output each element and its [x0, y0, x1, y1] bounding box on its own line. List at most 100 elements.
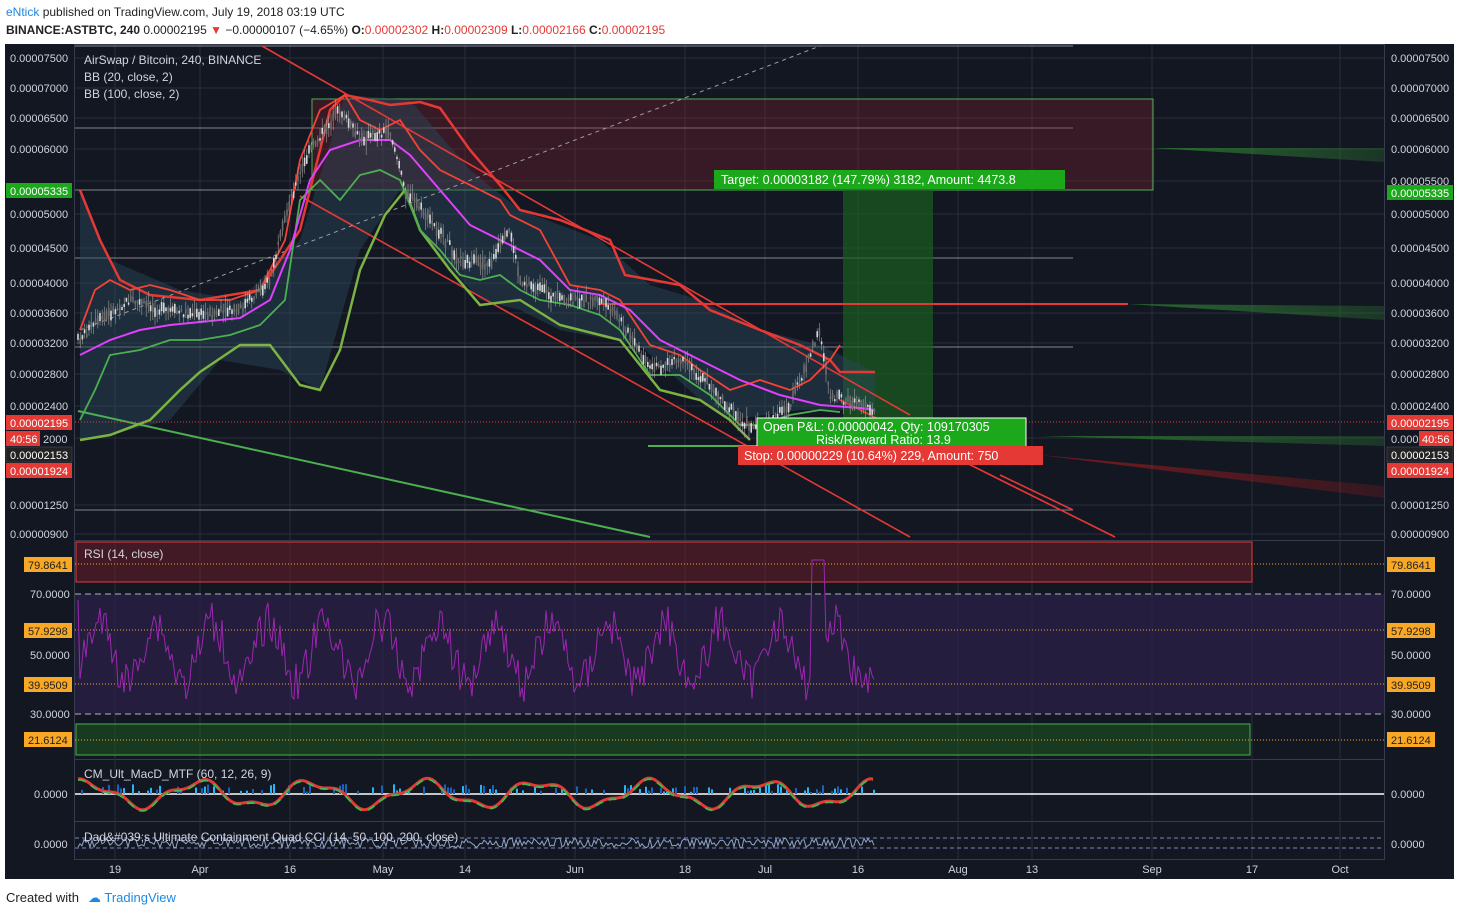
candle-body [402, 181, 405, 187]
candle-body [193, 309, 196, 315]
candle-body [213, 309, 216, 317]
cci-legend: Dad&#039;s Ultimate Containment Quad CCI… [84, 830, 458, 844]
candle-body [809, 353, 812, 357]
candle-body [629, 333, 631, 341]
candle-body [636, 344, 638, 351]
candle-body [840, 394, 843, 398]
candle-body [704, 378, 706, 382]
candle-body [253, 296, 255, 300]
y-tick: 0.00003200 [1391, 338, 1449, 350]
y-tick: 0.00003200 [10, 338, 68, 350]
candle-body [607, 304, 609, 310]
macd-bar [450, 787, 452, 794]
candle-body [290, 194, 293, 197]
macd-bar [576, 786, 578, 794]
candle-body [565, 302, 568, 305]
footer: Created with ☁ TradingView [0, 879, 1460, 915]
macd-bar [309, 784, 311, 794]
candle-body [420, 202, 422, 210]
candle-body [240, 304, 242, 308]
macd-bar [807, 787, 809, 794]
candle-body [651, 363, 653, 370]
candle-body [182, 314, 185, 318]
candle-body [539, 282, 541, 291]
rsi-tick: 50.0000 [1391, 650, 1431, 662]
candle-body [105, 310, 108, 320]
candle-body [818, 327, 821, 337]
macd-bar [306, 791, 308, 794]
candle-body [187, 314, 189, 319]
candle-body [334, 107, 337, 118]
candle-body [176, 310, 178, 315]
macd-bar [150, 787, 152, 794]
rsi-tick: 70.0000 [1391, 589, 1431, 601]
target-label: Target: 0.00003182 (147.79%) 3182, Amoun… [721, 173, 1016, 187]
candle-body [152, 303, 154, 313]
candle-body [363, 136, 365, 146]
macd-bar [690, 791, 692, 794]
candle-body [774, 413, 777, 416]
candle-body [413, 197, 416, 203]
right-stop-value: 0.00001924 [1391, 466, 1449, 478]
candle-body [842, 402, 845, 405]
macd-bar [345, 784, 347, 794]
macd-bar [393, 784, 395, 794]
candle-body [664, 362, 667, 371]
candle-body [339, 111, 341, 115]
candle-body [204, 311, 207, 315]
right-timer-head: 0.000 [1391, 434, 1419, 446]
candle-body [354, 131, 356, 137]
candle-body [127, 302, 130, 305]
candle-body [519, 276, 521, 285]
rsi-badge: 39.9509 [1391, 680, 1431, 692]
main-legend-bb100: BB (100, close, 2) [84, 87, 179, 101]
y-tick: 0.00000900 [1391, 529, 1449, 541]
macd-bar [207, 784, 209, 794]
macd-bar [195, 787, 197, 794]
candle-body [567, 297, 570, 302]
macd-bar [540, 790, 542, 794]
candle-body [836, 391, 838, 398]
candle-body [336, 106, 339, 114]
macd-bar [138, 791, 140, 794]
candle-body [752, 423, 755, 429]
candle-body [455, 253, 458, 264]
candle-body [101, 316, 103, 320]
candle-body [394, 147, 396, 152]
rsi-badge: 21.6124 [1391, 735, 1431, 747]
candle-body [310, 144, 312, 150]
macd-bar [147, 790, 149, 794]
candle-body [717, 392, 719, 402]
tradingview-link[interactable]: ☁ TradingView [88, 890, 176, 906]
candle-body [713, 389, 715, 394]
main-legend-bb20: BB (20, close, 2) [84, 70, 173, 84]
candle-body [543, 284, 546, 293]
candle-body [138, 299, 141, 305]
candle-body [845, 397, 847, 402]
rsi-badge: 39.9509 [28, 680, 68, 692]
candle-body [147, 299, 150, 307]
x-tick: 18 [679, 864, 691, 876]
candle-body [242, 306, 244, 313]
macd-bar [516, 788, 518, 794]
candle-body [319, 138, 321, 141]
macd-bar [246, 790, 248, 794]
candle-body [246, 298, 249, 303]
candle-body [180, 309, 183, 312]
candle-body [200, 308, 202, 316]
candle-body [251, 297, 253, 302]
candle-body [594, 296, 596, 301]
candle-body [130, 295, 132, 302]
candle-body [277, 241, 279, 245]
macd-bar [423, 786, 425, 794]
candle-body [268, 278, 271, 286]
y-tick: 0.00006000 [10, 144, 68, 156]
candle-body [312, 141, 315, 145]
y-tick: 0.00007500 [1391, 53, 1449, 65]
left-sma-value: 0.00002153 [10, 450, 68, 462]
candle-body [123, 303, 125, 308]
candle-body [110, 310, 112, 321]
candle-body [103, 311, 106, 322]
candle-body [666, 358, 669, 365]
chart-canvas[interactable]: AirSwap / Bitcoin, 240, BINANCE BB (20, … [0, 0, 1460, 915]
